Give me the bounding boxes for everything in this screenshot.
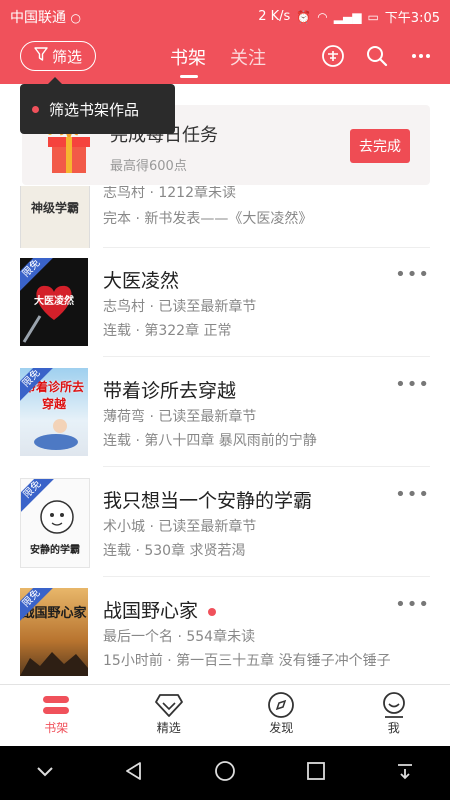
search-icon[interactable] <box>364 43 390 69</box>
filter-tooltip: 筛选书架作品 <box>20 77 175 134</box>
book-progress: 薄荷弯 · 已读至最新章节 <box>103 409 257 425</box>
divider <box>103 356 430 357</box>
more-options-icon[interactable]: ••• <box>395 374 430 395</box>
system-nav-bar <box>0 746 450 800</box>
more-options-icon[interactable]: ••• <box>395 594 430 615</box>
book-chapter: 连载 · 530章 求贤若渴 <box>103 543 246 559</box>
status-bar: 中国联通 ○ 2 K/s ⏰ ◠ ▂▄▆ ▭ 下午3:05 <box>0 0 450 32</box>
bookshelf-icon <box>41 691 71 719</box>
tab-bookshelf[interactable]: 书架 <box>170 44 206 78</box>
wifi-icon: ◠ <box>317 9 328 24</box>
carrier-label: 中国联通 ○ <box>10 10 81 26</box>
nav-featured[interactable]: 精选 <box>113 685 226 747</box>
alarm-icon: ⏰ <box>296 9 312 24</box>
filter-button[interactable]: 筛选 <box>20 41 96 71</box>
book-title: 大医凌然 <box>103 270 180 292</box>
book-cover: 安静的学霸 限免 <box>20 478 90 568</box>
nav-label: 我 <box>387 721 400 735</box>
task-subtitle: 最高得600点 <box>110 159 187 174</box>
book-cover: 神级学霸 <box>20 186 90 248</box>
tooltip-text: 筛选书架作品 <box>49 100 140 119</box>
new-update-dot <box>208 607 217 616</box>
more-options-icon[interactable]: ••• <box>395 484 430 505</box>
book-title: 带着诊所去穿越 <box>103 380 237 402</box>
list-item[interactable]: 安静的学霸 限免 我只想当一个安静的学霸 术小城 · 已读至最新章节 连载 · … <box>0 468 450 578</box>
more-icon[interactable] <box>408 43 434 69</box>
divider <box>103 576 430 577</box>
nav-bookshelf[interactable]: 书架 <box>0 685 113 747</box>
back-icon[interactable] <box>124 761 144 785</box>
book-title: 我只想当一个安静的学霸 <box>103 490 313 512</box>
list-item[interactable]: 战国野心家 限免 战国野心家 最后一个名 · 554章未读 15小时前 · 第一… <box>0 578 450 688</box>
signal-icon: ▂▄▆ <box>333 9 362 24</box>
book-cover: 战国野心家 限免 <box>20 588 88 676</box>
tab-following[interactable]: 关注 <box>230 44 266 70</box>
recents-icon[interactable] <box>306 761 326 785</box>
filter-label: 筛选 <box>51 47 82 66</box>
book-cover: 带着诊所去穿越 限免 <box>20 368 88 456</box>
nav-discover[interactable]: 发现 <box>225 685 338 747</box>
book-chapter: 15小时前 · 第一百三十五章 没有锤子冲个锤子 <box>103 653 391 669</box>
status-right: 2 K/s ⏰ ◠ ▂▄▆ ▭ 下午3:05 <box>258 7 440 26</box>
list-item[interactable]: 神级学霸 志鸟村 · 1212章未读 完本 · 新书发表——《大医凌然》 <box>0 186 450 248</box>
book-chapter: 连载 · 第322章 正常 <box>103 323 232 339</box>
divider <box>103 466 430 467</box>
nav-label: 精选 <box>156 721 181 735</box>
hide-nav-icon[interactable] <box>35 764 55 783</box>
sync-icon: ○ <box>70 11 81 25</box>
free-badge-icon[interactable] <box>320 43 346 69</box>
header-actions <box>320 43 434 69</box>
clock: 下午3:05 <box>384 11 440 26</box>
nav-label: 书架 <box>44 721 69 735</box>
battery-icon: ▭ <box>367 9 379 24</box>
network-speed: 2 K/s <box>258 9 291 24</box>
tooltip-dot <box>32 105 39 113</box>
list-item[interactable]: 大医凌然 限免 大医凌然 志鸟村 · 已读至最新章节 连载 · 第322章 正常… <box>0 248 450 358</box>
notification-pull-icon[interactable] <box>395 761 415 785</box>
book-cover: 大医凌然 限免 <box>20 258 88 346</box>
home-icon[interactable] <box>214 760 236 786</box>
header-tabs: 书架 关注 <box>170 44 266 78</box>
book-progress: 术小城 · 已读至最新章节 <box>103 519 257 535</box>
diamond-icon <box>154 691 184 719</box>
nav-label: 发现 <box>269 721 294 735</box>
book-progress: 志鸟村 · 已读至最新章节 <box>103 299 257 315</box>
complete-task-button[interactable]: 去完成 <box>350 129 410 163</box>
book-title: 战国野心家 <box>103 596 217 623</box>
more-options-icon[interactable]: ••• <box>395 264 430 285</box>
funnel-icon <box>34 47 48 65</box>
app-header: 筛选 书架 关注 <box>0 32 450 84</box>
book-chapter: 连载 · 第八十四章 暴风雨前的宁静 <box>103 433 317 449</box>
nav-profile[interactable]: 我 <box>338 685 450 747</box>
list-item[interactable]: 带着诊所去穿越 限免 带着诊所去穿越 薄荷弯 · 已读至最新章节 连载 · 第八… <box>0 358 450 468</box>
book-progress: 最后一个名 · 554章未读 <box>103 629 256 645</box>
profile-icon <box>379 691 409 719</box>
compass-icon <box>266 691 296 719</box>
bottom-nav: 书架 精选 发现 我 <box>0 684 450 747</box>
